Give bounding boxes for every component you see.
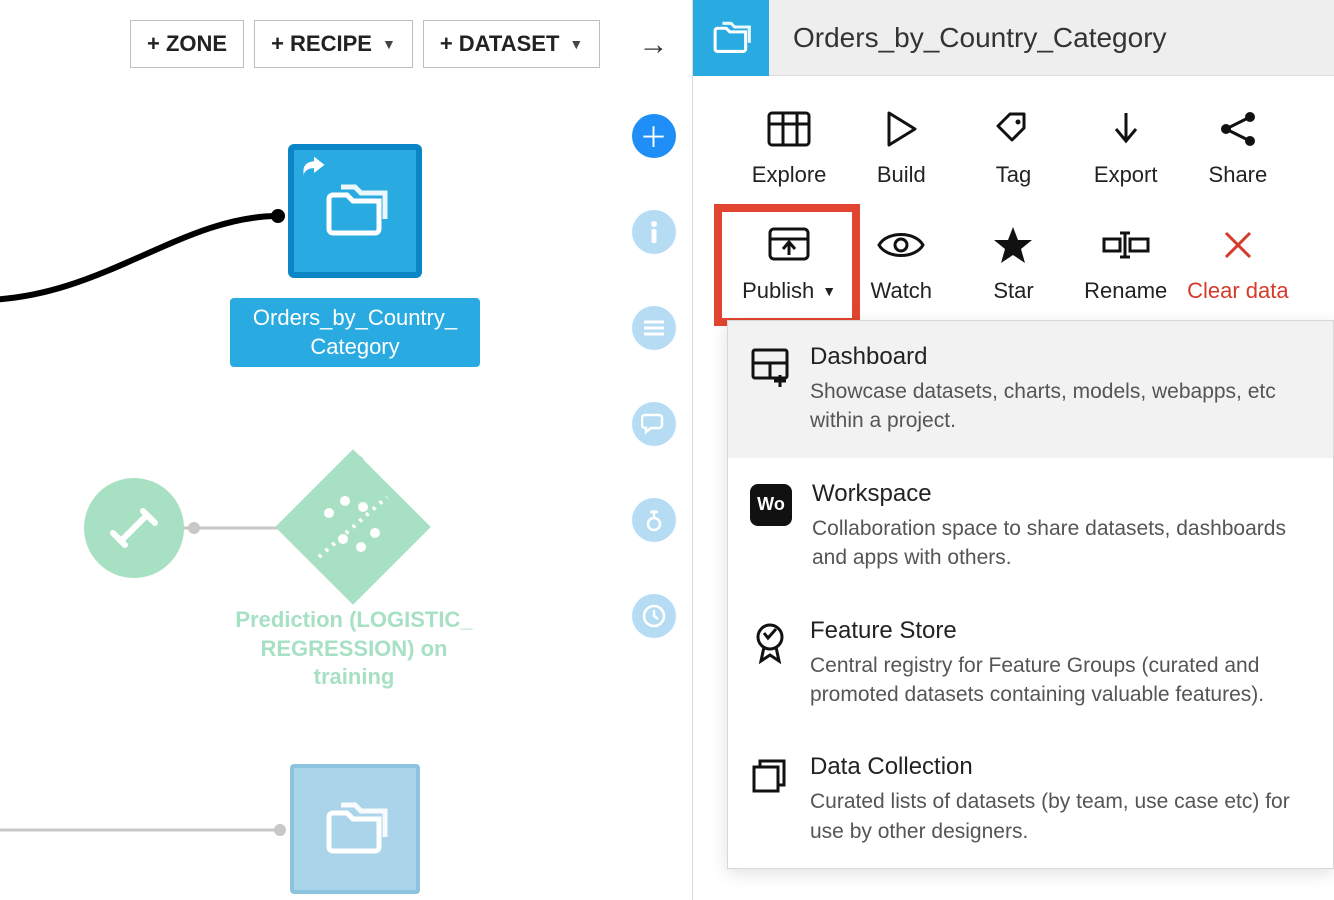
menu-item-desc: Collaboration space to share datasets, d… [812,514,1311,573]
rename-action[interactable]: Rename [1070,218,1182,308]
dataset-node-label: Orders_by_Country_ Category [230,298,480,367]
add-button[interactable]: ＋ [632,114,676,158]
explore-label: Explore [752,162,827,188]
panel-title: Orders_by_Country_Category [769,22,1167,54]
watch-label: Watch [871,278,933,304]
explore-action[interactable]: Explore [733,102,845,192]
build-label: Build [877,162,926,188]
collapse-arrow-icon[interactable]: → [639,28,669,62]
prediction-node-label: Prediction (LOGISTIC_ REGRESSION) on tra… [224,606,484,692]
publish-label: Publish [742,278,814,304]
close-icon [1220,222,1256,268]
menu-item-title: Dashboard [810,343,1311,371]
flow-toolbar: + ZONE + RECIPE ▼ + DATASET ▼ [0,0,615,68]
tag-label: Tag [996,162,1031,188]
folder-icon [319,181,391,241]
clear-data-action[interactable]: Clear data [1182,218,1294,308]
publish-menu-item-feature-store[interactable]: Feature Store Central registry for Featu… [728,595,1333,732]
info-icon[interactable] [632,210,676,254]
side-rail: → ＋ [615,0,693,900]
menu-item-title: Feature Store [810,617,1311,645]
dataset-node-selected[interactable] [290,146,420,276]
action-grid: Explore Build Tag Export Share [693,76,1334,318]
build-action[interactable]: Build [845,102,957,192]
lab-icon[interactable] [632,498,676,542]
dataset-node-faded[interactable] [290,764,420,894]
star-action[interactable]: Star [957,218,1069,308]
chevron-down-icon: ▼ [382,36,396,52]
menu-item-desc: Curated lists of datasets (by team, use … [810,787,1311,846]
export-action[interactable]: Export [1070,102,1182,192]
add-recipe-button[interactable]: + RECIPE ▼ [254,20,413,68]
menu-item-title: Workspace [812,480,1311,508]
clear-data-label: Clear data [1187,278,1289,304]
publish-menu-item-data-collection[interactable]: Data Collection Curated lists of dataset… [728,731,1333,868]
rename-label: Rename [1084,278,1167,304]
share-arrow-icon [300,154,328,185]
chevron-down-icon: ▼ [569,36,583,52]
eye-icon [877,222,925,268]
share-icon [1216,106,1260,152]
dashboard-icon [750,343,790,436]
comments-icon[interactable] [632,402,676,446]
add-zone-label: + ZONE [147,31,227,57]
menu-item-desc: Central registry for Feature Groups (cur… [810,651,1311,710]
chevron-down-icon: ▼ [822,283,836,299]
share-action[interactable]: Share [1182,102,1294,192]
model-node[interactable] [84,478,184,578]
add-dataset-label: + DATASET [440,31,560,57]
history-icon[interactable] [632,594,676,638]
star-icon [992,222,1034,268]
add-dataset-button[interactable]: + DATASET ▼ [423,20,600,68]
panel-header: Orders_by_Country_Category [693,0,1334,76]
watch-action[interactable]: Watch [845,218,957,308]
table-icon [767,106,811,152]
publish-action[interactable]: Publish ▼ [733,218,845,308]
rename-icon [1100,222,1152,268]
panel-header-icon [693,0,769,76]
add-recipe-label: + RECIPE [271,31,372,57]
add-zone-button[interactable]: + ZONE [130,20,244,68]
stack-icon [750,753,790,846]
publish-icon [766,222,812,268]
download-icon [1108,106,1144,152]
workspace-icon: Wo [750,480,792,573]
publish-menu-item-workspace[interactable]: Wo Workspace Collaboration space to shar… [728,458,1333,595]
share-label: Share [1209,162,1268,188]
folder-icon [319,799,391,859]
play-icon [881,106,921,152]
publish-menu: Dashboard Showcase datasets, charts, mod… [727,320,1334,869]
flow-canvas[interactable]: + ZONE + RECIPE ▼ + DATASET ▼ Orders_by_… [0,0,615,900]
menu-item-title: Data Collection [810,753,1311,781]
barbell-icon [107,501,161,555]
star-label: Star [993,278,1033,304]
menu-item-desc: Showcase datasets, charts, models, webap… [810,377,1311,436]
badge-icon [750,617,790,710]
tag-icon [992,106,1034,152]
publish-menu-item-dashboard[interactable]: Dashboard Showcase datasets, charts, mod… [728,321,1333,458]
list-icon[interactable] [632,306,676,350]
export-label: Export [1094,162,1158,188]
tag-action[interactable]: Tag [957,102,1069,192]
prediction-node[interactable] [278,452,428,602]
